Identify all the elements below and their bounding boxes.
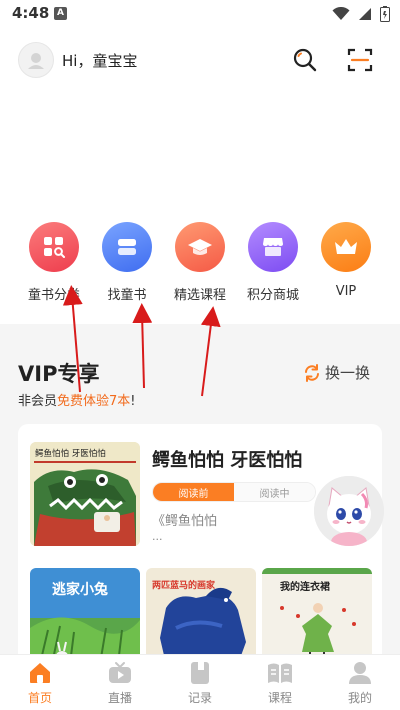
- quick-nav-label: 积分商城: [246, 288, 299, 303]
- tab-before-reading[interactable]: 阅读前: [153, 483, 234, 501]
- book-cover-title: 我的连衣裙: [280, 580, 330, 593]
- tv-icon: [109, 662, 131, 683]
- vip-section: VIP专享 非会员免费体验7本! 换一换 鳄鱼怕怕 牙医怕怕 鳄鱼怕怕 牙医怕怕: [0, 324, 400, 664]
- greeting-text: Hi，童宝宝: [62, 52, 138, 70]
- app-header: Hi，童宝宝: [0, 28, 400, 92]
- book-cover-title: 两匹蓝马的画家: [152, 579, 216, 591]
- featured-book-title[interactable]: 鳄鱼怕怕 牙医怕怕: [152, 446, 302, 472]
- avatar[interactable]: [18, 42, 54, 78]
- bottom-nav-home[interactable]: 首页: [0, 655, 80, 710]
- bottom-nav: 首页 直播 记录 课程 我的: [0, 654, 400, 710]
- quick-nav-item-courses[interactable]: 精选课程: [163, 222, 237, 303]
- vip-book-card: 鳄鱼怕怕 牙医怕怕 鳄鱼怕怕 牙医怕怕 阅读前 阅读中 《鳄鱼怕怕 ... 逃家…: [18, 424, 384, 664]
- bottom-nav-label: 记录: [187, 691, 212, 705]
- book-cover-blue-horse[interactable]: 两匹蓝马的画家: [146, 568, 256, 664]
- mascot-avatar[interactable]: [314, 476, 384, 546]
- vip-subtitle-prefix: 非会员: [18, 394, 58, 409]
- bottom-nav-label: 我的: [347, 691, 372, 705]
- bottom-nav-label: 直播: [107, 691, 132, 705]
- vip-subtitle: 非会员免费体验7本!: [18, 390, 136, 409]
- vip-free-trial-link[interactable]: 免费体验7本: [57, 394, 130, 409]
- refresh-button[interactable]: 换一换: [303, 362, 370, 383]
- crown-icon: [321, 222, 371, 272]
- bottom-nav-label: 首页: [27, 691, 52, 705]
- bottom-nav-label: 课程: [267, 691, 292, 705]
- search-icon: [293, 48, 317, 72]
- quick-nav: 童书分类 找童书 精选课程 积分商城 VIP: [0, 214, 400, 324]
- store-icon: [248, 222, 298, 272]
- book-cover-runaway-bunny[interactable]: 逃家小兔: [30, 568, 140, 664]
- featured-book-description: 《鳄鱼怕怕: [152, 514, 218, 529]
- status-icons: [332, 6, 390, 22]
- search-button[interactable]: [291, 46, 319, 74]
- reading-tabs: 阅读前 阅读中: [152, 482, 316, 502]
- book-cover-title: 逃家小兔: [52, 581, 108, 598]
- quick-nav-label: 找童书: [107, 288, 147, 303]
- home-icon: [30, 663, 50, 683]
- cat-mascot-icon: [314, 476, 384, 546]
- refresh-label: 换一换: [324, 364, 370, 382]
- category-icon: [29, 222, 79, 272]
- quick-nav-label: 童书分类: [27, 288, 80, 303]
- notification-badge-icon: A: [54, 7, 67, 20]
- vip-subtitle-suffix: !: [130, 394, 136, 409]
- quick-nav-label: 精选课程: [173, 288, 226, 303]
- battery-icon: [380, 6, 390, 22]
- open-book-icon: [268, 663, 292, 683]
- quick-nav-item-category[interactable]: 童书分类: [17, 222, 91, 303]
- graduation-cap-icon: [175, 222, 225, 272]
- vip-section-title: VIP专享: [18, 362, 100, 386]
- tab-during-reading[interactable]: 阅读中: [234, 483, 315, 501]
- bottom-nav-record[interactable]: 记录: [160, 655, 240, 710]
- quick-nav-item-vip[interactable]: VIP: [309, 222, 383, 299]
- book-stack-icon: [102, 222, 152, 272]
- bottom-nav-courses[interactable]: 课程: [240, 655, 320, 710]
- refresh-icon: [304, 363, 319, 382]
- scan-button[interactable]: [346, 46, 374, 74]
- record-icon: [191, 662, 209, 684]
- description-ellipsis: ...: [152, 530, 163, 543]
- quick-nav-item-find-book[interactable]: 找童书: [90, 222, 164, 303]
- quick-nav-item-points-mall[interactable]: 积分商城: [236, 222, 310, 303]
- profile-icon: [349, 662, 371, 684]
- banner-area: [0, 92, 400, 214]
- book-cover-my-dress[interactable]: 我的连衣裙: [262, 568, 372, 664]
- status-time: 4:48: [12, 4, 50, 22]
- avatar-placeholder-icon: [28, 53, 44, 69]
- bottom-nav-profile[interactable]: 我的: [320, 655, 400, 710]
- bottom-nav-live[interactable]: 直播: [80, 655, 160, 710]
- signal-icon: [359, 8, 371, 20]
- status-bar: 4:48 A: [0, 0, 400, 28]
- featured-cover-title: 鳄鱼怕怕 牙医怕怕: [35, 448, 106, 459]
- scan-icon: [347, 48, 373, 72]
- wifi-icon: [332, 7, 350, 20]
- quick-nav-label: VIP: [335, 284, 357, 299]
- featured-book-cover[interactable]: 鳄鱼怕怕 牙医怕怕: [30, 442, 140, 546]
